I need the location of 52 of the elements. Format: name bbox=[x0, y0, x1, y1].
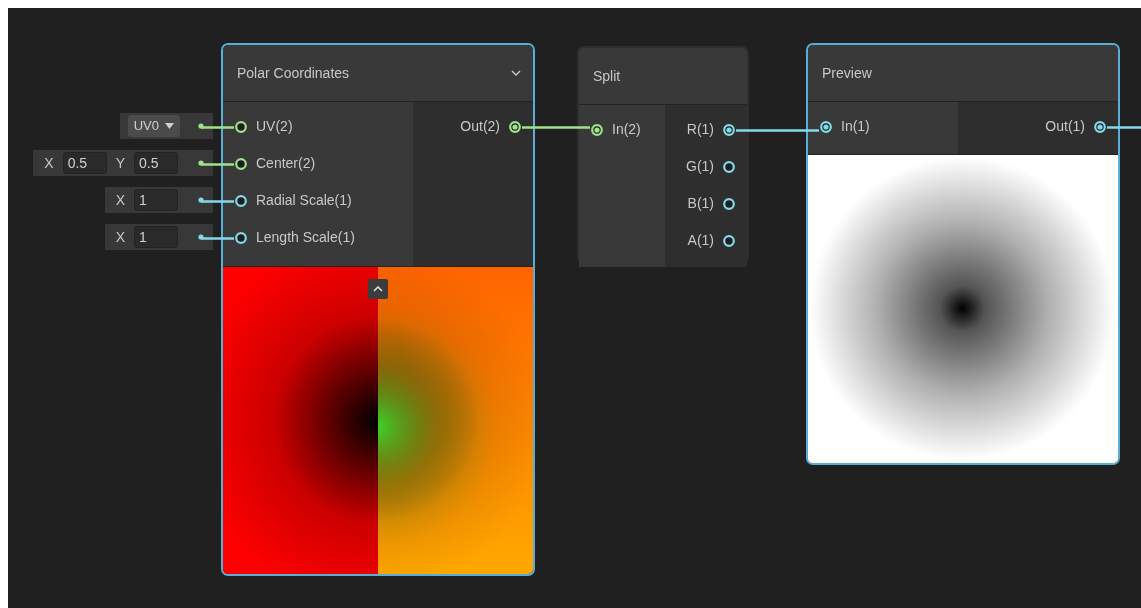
port-icon[interactable] bbox=[591, 123, 603, 136]
chevron-up-icon bbox=[373, 286, 383, 292]
port-label: Out(1) bbox=[1045, 117, 1085, 136]
port-icon[interactable] bbox=[723, 160, 735, 173]
number-field[interactable]: 1 bbox=[134, 189, 178, 211]
collapse-button[interactable] bbox=[368, 279, 388, 299]
connector-dot-icon bbox=[198, 197, 204, 203]
port-icon[interactable] bbox=[723, 197, 735, 210]
connection-wire bbox=[522, 126, 590, 129]
port-icon[interactable] bbox=[820, 120, 832, 133]
connector-dot-icon bbox=[198, 160, 204, 166]
port-label: Out(2) bbox=[460, 117, 500, 136]
port-label: B(1) bbox=[687, 194, 714, 213]
axis-label: X bbox=[43, 153, 55, 173]
port-label: A(1) bbox=[687, 231, 714, 250]
number-field[interactable]: 0.5 bbox=[62, 152, 107, 174]
port-label: Center(2) bbox=[256, 154, 316, 173]
node-title: Preview bbox=[822, 63, 872, 83]
connection-wire bbox=[1107, 126, 1141, 129]
axis-label: X bbox=[114, 227, 126, 247]
node-title: Split bbox=[593, 66, 621, 86]
port-icon[interactable] bbox=[509, 120, 521, 133]
axis-label: X bbox=[114, 190, 126, 210]
port-icon[interactable] bbox=[723, 234, 735, 247]
port-label: In(2) bbox=[612, 120, 641, 139]
port-label: UV(2) bbox=[256, 117, 293, 136]
caret-icon bbox=[165, 123, 174, 129]
connection-wire bbox=[201, 237, 234, 240]
connector-dot-icon bbox=[198, 123, 204, 129]
port-label: G(1) bbox=[686, 157, 714, 176]
number-field[interactable]: 1 bbox=[134, 226, 178, 248]
axis-label: Y bbox=[114, 153, 126, 173]
dropdown-button[interactable]: UV0 bbox=[127, 115, 180, 137]
port-icon[interactable] bbox=[235, 157, 247, 170]
connection-wire bbox=[201, 200, 234, 203]
port-label: Length Scale(1) bbox=[256, 228, 355, 247]
port-icon[interactable] bbox=[1094, 120, 1106, 133]
port-label: Radial Scale(1) bbox=[256, 191, 352, 210]
connection-wire bbox=[201, 126, 234, 129]
connector-dot-icon bbox=[198, 234, 204, 240]
port-label: In(1) bbox=[841, 117, 870, 136]
chevron-down-icon[interactable] bbox=[511, 70, 521, 76]
port-icon[interactable] bbox=[235, 231, 247, 244]
node-title: Polar Coordinates bbox=[237, 63, 350, 83]
port-icon[interactable] bbox=[235, 120, 247, 133]
node-card[interactable]: Preview In(1) Out(1) bbox=[806, 43, 1120, 465]
number-field[interactable]: 0.5 bbox=[134, 152, 178, 174]
port-icon[interactable] bbox=[723, 123, 735, 136]
port-icon[interactable] bbox=[235, 194, 247, 207]
connection-wire bbox=[201, 163, 234, 166]
node-card[interactable]: Split In(2) R(1) G(1) B(1) A(1) bbox=[577, 46, 749, 264]
port-label: R(1) bbox=[686, 120, 714, 139]
